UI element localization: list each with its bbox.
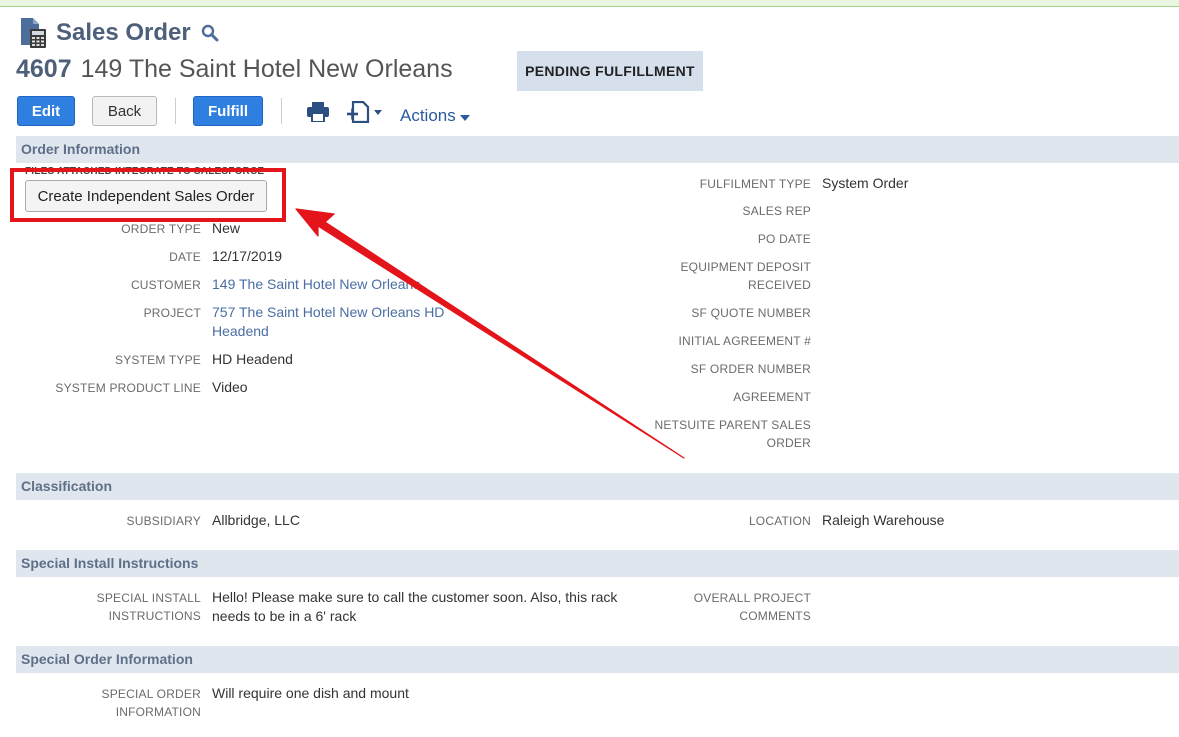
field-label: DATE [169, 250, 201, 264]
field-label: AGREEMENT [733, 390, 811, 404]
highlight-box [10, 168, 286, 222]
section-classification[interactable]: Classification [16, 473, 1179, 500]
section-special-order[interactable]: Special Order Information [16, 646, 1179, 673]
status-badge: PENDING FULFILLMENT [517, 51, 703, 91]
field-value: 12/17/2019 [212, 248, 283, 264]
section-title: Order Information [21, 141, 141, 157]
field-value: Will require one dish and mount [212, 685, 409, 701]
toolbar-divider [281, 98, 282, 124]
field-value: Hello! Please make sure to call the cust… [212, 589, 618, 624]
field-label: SPECIAL INSTALL INSTRUCTIONS [96, 591, 201, 623]
record-heading: 4607 149 The Saint Hotel New Orleans [16, 55, 453, 84]
field-label: EQUIPMENT DEPOSIT RECEIVED [680, 260, 811, 292]
field-label: SUBSIDIARY [126, 514, 201, 528]
page-title: Sales Order [56, 19, 191, 46]
sales-order-icon [18, 17, 50, 49]
section-order-information[interactable]: Order Information [16, 136, 1179, 163]
toolbar-divider [175, 98, 176, 124]
field-value: Raleigh Warehouse [822, 512, 945, 528]
field-label: NETSUITE PARENT SALES ORDER [654, 418, 811, 450]
field-label: SYSTEM PRODUCT LINE [55, 381, 201, 395]
record-number: 4607 [16, 55, 72, 83]
section-title: Special Install Instructions [21, 555, 199, 571]
field-value: HD Headend [212, 351, 293, 367]
field-label: SF QUOTE NUMBER [691, 306, 811, 320]
field-label: INITIAL AGREEMENT # [678, 334, 811, 348]
edit-button[interactable]: Edit [17, 96, 75, 126]
record-name: 149 The Saint Hotel New Orleans [80, 55, 453, 83]
field-label: LOCATION [748, 514, 811, 528]
actions-label: Actions [400, 106, 456, 125]
field-label: SPECIAL ORDER INFORMATION [101, 687, 201, 719]
fulfill-button[interactable]: Fulfill [193, 96, 263, 126]
field-label: PO DATE [757, 232, 811, 246]
page-header: Sales Order [18, 16, 219, 50]
section-special-install[interactable]: Special Install Instructions [16, 550, 1179, 577]
section-title: Classification [21, 478, 113, 494]
field-label: ORDER TYPE [121, 222, 201, 236]
back-button[interactable]: Back [92, 96, 157, 126]
project-link[interactable]: 757 The Saint Hotel New Orleans HD Heade… [212, 303, 467, 341]
field-value: System Order [822, 175, 909, 191]
search-icon[interactable] [201, 24, 219, 42]
field-label: CUSTOMER [130, 278, 201, 292]
top-accent-bar [0, 0, 1179, 7]
field-label: SF ORDER NUMBER [690, 362, 811, 376]
section-title: Special Order Information [21, 651, 193, 667]
caret-down-icon [459, 106, 470, 126]
field-label: FULFILMENT TYPE [699, 177, 811, 191]
field-label: PROJECT [143, 306, 201, 320]
field-label: SALES REP [742, 204, 811, 218]
field-label: OVERALL PROJECT COMMENTS [693, 591, 811, 623]
field-value: Allbridge, LLC [212, 512, 300, 528]
field-value: Video [212, 379, 248, 395]
field-label: SYSTEM TYPE [114, 353, 201, 367]
customer-link[interactable]: 149 The Saint Hotel New Orleans [212, 275, 420, 294]
actions-menu[interactable]: Actions [400, 106, 470, 126]
print-icon[interactable] [307, 102, 329, 127]
new-document-icon[interactable] [346, 100, 384, 128]
